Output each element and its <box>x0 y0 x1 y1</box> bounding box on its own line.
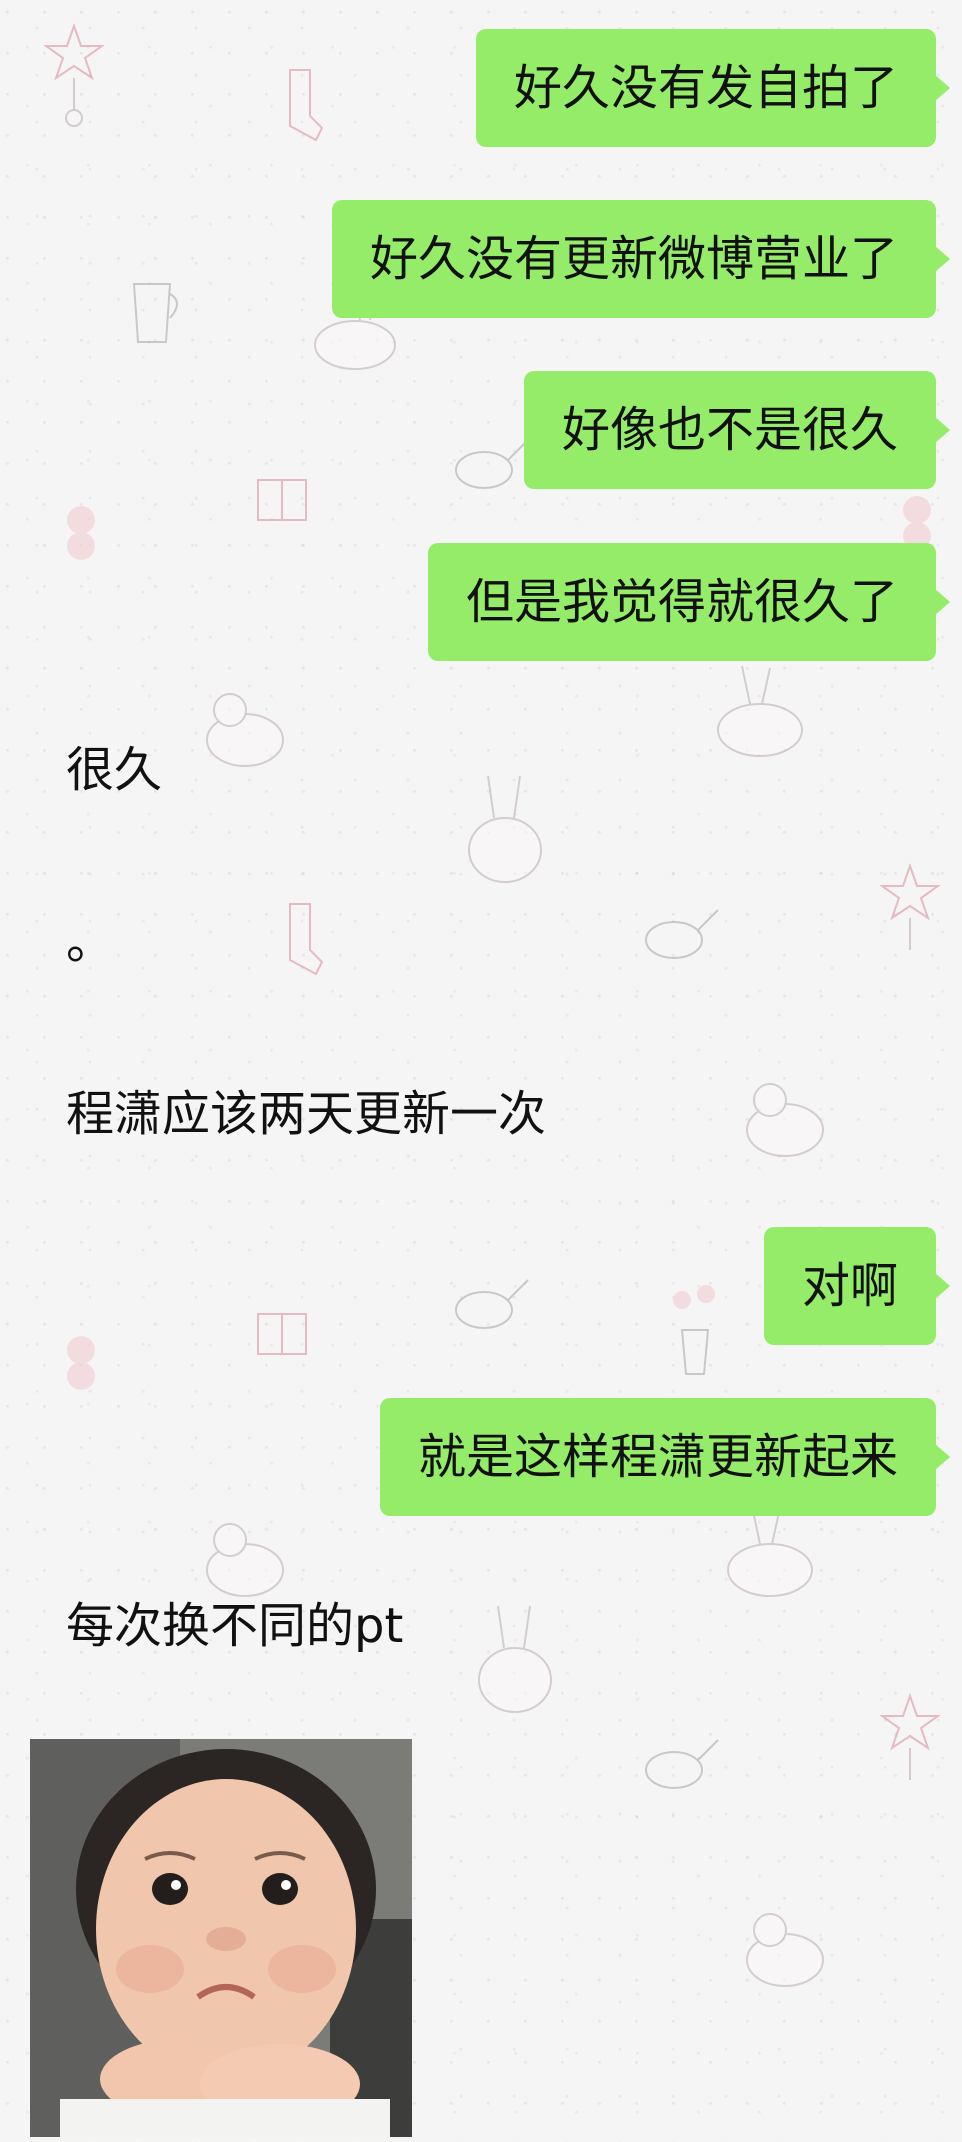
sent-message-bubble[interactable]: 好久没有发自拍了 <box>475 29 951 147</box>
sent-message-bubble[interactable]: 好像也不是很久 <box>523 371 951 489</box>
sent-message-bubble[interactable]: 但是我觉得就很久了 <box>427 543 951 661</box>
received-message-text[interactable]: 。 <box>66 912 114 972</box>
chat-message-list[interactable]: 好久没有发自拍了 好久没有更新微博营业了 好像也不是很久 但是我觉得就很久了 很… <box>0 0 962 2142</box>
received-message-text[interactable]: 很久 <box>66 740 162 800</box>
baby-sticker-image[interactable] <box>30 1739 412 2137</box>
sent-message-bubble[interactable]: 就是这样程潇更新起来 <box>379 1398 951 1516</box>
sent-message-bubble[interactable]: 好久没有更新微博营业了 <box>331 200 951 318</box>
sent-message-bubble[interactable]: 对啊 <box>763 1227 951 1345</box>
baby-face-illustration <box>30 1739 412 2137</box>
received-message-text[interactable]: 每次换不同的pt <box>66 1596 403 1656</box>
received-message-text[interactable]: 程潇应该两天更新一次 <box>66 1084 546 1144</box>
